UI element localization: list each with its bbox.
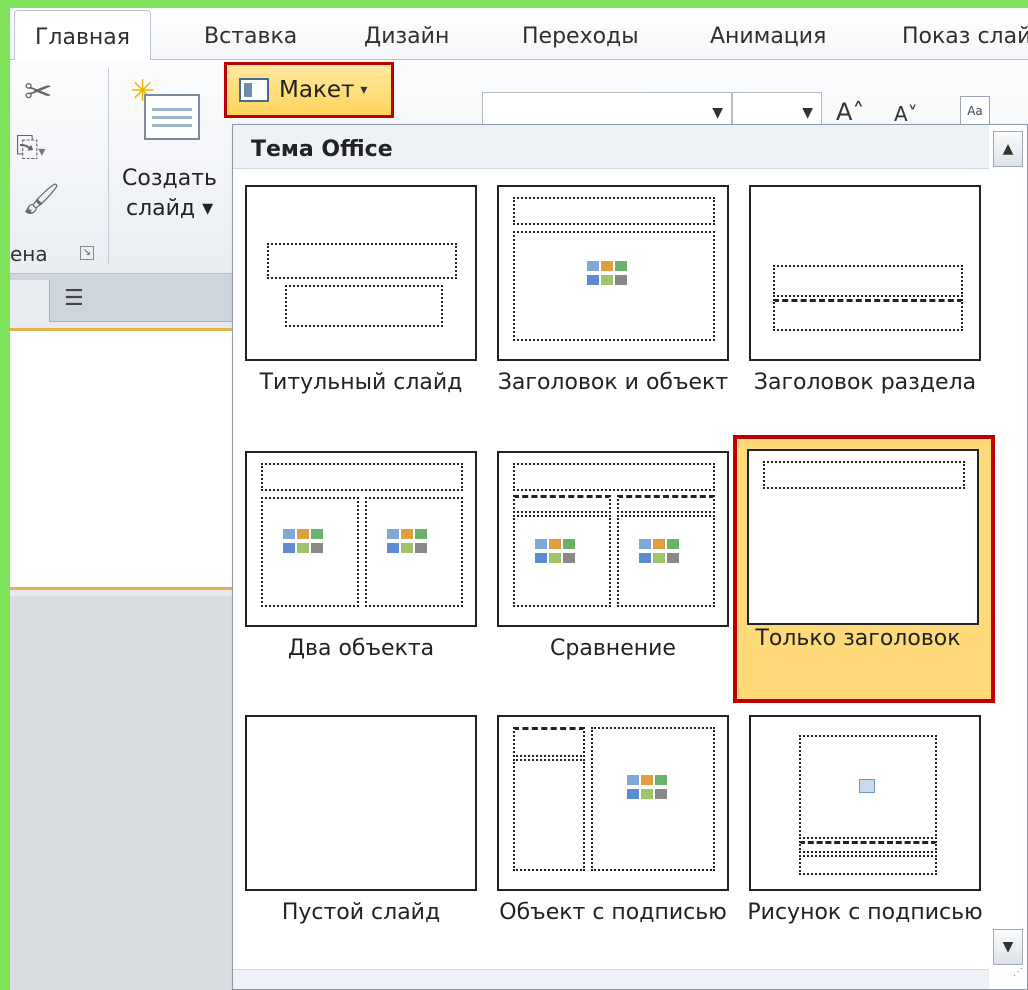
layout-label: Рисунок с подписью xyxy=(747,900,983,925)
slides-pane-tabs: ☰ xyxy=(10,274,232,322)
layout-label: Заголовок и объект xyxy=(497,370,729,395)
chevron-down-icon: ▼ xyxy=(802,105,813,121)
dialog-launcher-icon[interactable]: ↘ xyxy=(80,246,94,260)
tab-home[interactable]: Главная xyxy=(14,10,152,61)
tab-insert[interactable]: Вставка xyxy=(204,24,297,49)
layout-title-only[interactable]: Только заголовок xyxy=(733,435,995,703)
layout-label: Только заголовок xyxy=(755,626,961,651)
layout-gallery-dropdown: Тема Office ▲ ▼ ⋰ Титульный слайд Заголо… xyxy=(232,124,1028,990)
content-placeholder-icon xyxy=(283,529,333,563)
slides-pane-background xyxy=(10,596,232,990)
layout-button-label: Макет xyxy=(279,77,355,103)
layout-thumbnail xyxy=(749,715,981,891)
layout-thumbnail xyxy=(497,451,729,627)
layout-title-slide[interactable]: Титульный слайд xyxy=(233,185,483,445)
resize-grip-icon[interactable]: ⋰ xyxy=(989,967,1027,989)
copy-icon[interactable]: ⎘▾ xyxy=(16,130,45,164)
content-placeholder-icon xyxy=(387,529,437,563)
tab-slideshow[interactable]: Показ слай xyxy=(902,24,1028,49)
cut-icon[interactable]: ✂ xyxy=(24,72,53,112)
scroll-down-icon[interactable]: ▼ xyxy=(993,929,1023,965)
layout-thumbnail xyxy=(245,451,477,627)
increase-font-button[interactable]: A˄ xyxy=(836,98,864,126)
clipboard-group-label: ена xyxy=(10,242,48,266)
layout-thumbnail xyxy=(245,185,477,361)
new-slide-label-line2: слайд ▾ xyxy=(126,196,214,221)
chevron-down-icon: ▼ xyxy=(712,105,723,121)
layout-thumbnail xyxy=(749,185,981,361)
slide-thumbnail[interactable] xyxy=(10,328,232,590)
new-slide-icon[interactable]: ✳ xyxy=(130,74,202,142)
group-separator xyxy=(108,68,109,264)
layout-title-content[interactable]: Заголовок и объект xyxy=(485,185,735,445)
format-painter-icon[interactable]: 🖌 xyxy=(22,182,60,217)
clear-formatting-icon[interactable]: Aa xyxy=(960,96,990,126)
layout-icon xyxy=(239,78,269,102)
tab-design[interactable]: Дизайн xyxy=(364,24,449,49)
picture-placeholder-icon xyxy=(859,779,875,793)
layout-label: Два объекта xyxy=(287,636,435,661)
layout-two-content[interactable]: Два объекта xyxy=(233,451,483,711)
layout-thumbnail xyxy=(497,185,729,361)
layout-label: Пустой слайд xyxy=(281,900,441,925)
layout-label: Объект с подписью xyxy=(499,900,727,925)
layout-label: Заголовок раздела xyxy=(753,370,977,395)
layout-section-header[interactable]: Заголовок раздела xyxy=(737,185,987,445)
ribbon-tab-bar: Главная Вставка Дизайн Переходы Анимация… xyxy=(10,8,1028,61)
new-slide-button[interactable]: Создать слайд ▾ xyxy=(122,164,242,224)
layout-thumbnail xyxy=(497,715,729,891)
outline-icon[interactable]: ☰ xyxy=(64,286,94,312)
layout-label: Сравнение xyxy=(550,636,676,661)
tab-transitions[interactable]: Переходы xyxy=(522,24,639,49)
chevron-down-icon: ▾ xyxy=(360,82,368,98)
layout-thumbnail xyxy=(245,715,477,891)
content-placeholder-icon xyxy=(535,539,585,573)
layout-thumbnail xyxy=(747,449,979,625)
layout-label: Титульный слайд xyxy=(259,370,463,395)
layout-button[interactable]: Макет ▾ xyxy=(224,62,394,118)
layout-blank[interactable]: Пустой слайд xyxy=(233,715,483,975)
tab-slides[interactable] xyxy=(10,280,50,322)
gallery-section-title: Тема Office xyxy=(233,125,989,169)
new-slide-label-line1: Создать xyxy=(122,166,217,191)
content-placeholder-icon xyxy=(627,775,677,809)
layout-content-caption[interactable]: Объект с подписью xyxy=(485,715,735,975)
layout-comparison[interactable]: Сравнение xyxy=(485,451,735,711)
scroll-up-icon[interactable]: ▲ xyxy=(993,131,1023,167)
powerpoint-window: Главная Вставка Дизайн Переходы Анимация… xyxy=(10,8,1028,990)
layout-picture-caption[interactable]: Рисунок с подписью xyxy=(737,715,987,975)
content-placeholder-icon xyxy=(587,261,637,295)
tab-animations[interactable]: Анимация xyxy=(710,24,826,49)
content-placeholder-icon xyxy=(639,539,689,573)
decrease-font-button[interactable]: A˅ xyxy=(894,102,918,126)
